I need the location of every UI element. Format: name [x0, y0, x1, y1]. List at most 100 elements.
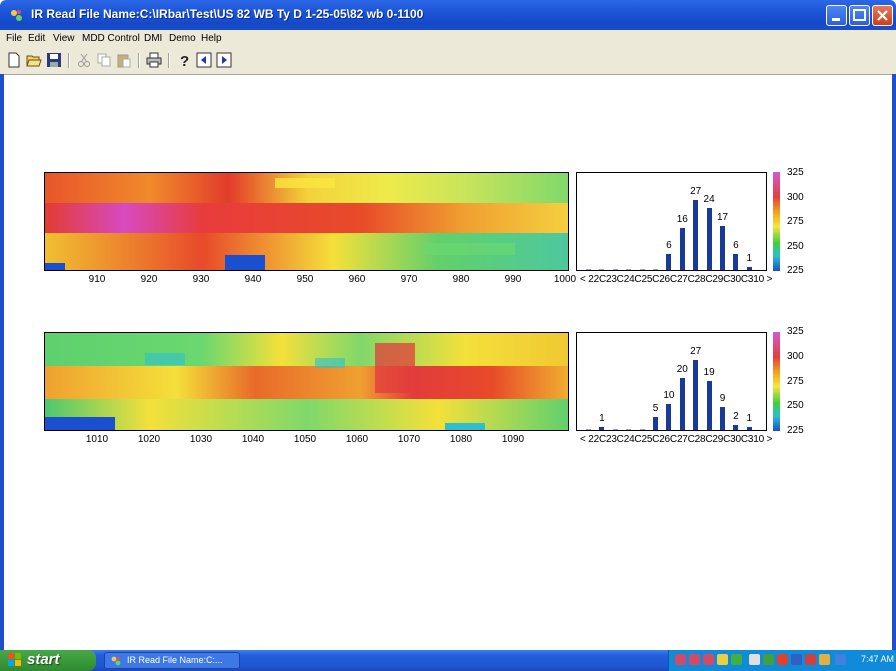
histogram-bar [679, 228, 685, 270]
toolbar-separator [138, 53, 140, 68]
histogram-bar [653, 417, 658, 430]
histogram-bar [612, 429, 618, 430]
new-icon[interactable] [6, 52, 22, 68]
colorbar-label: 275 [787, 216, 804, 227]
histogram-bar [693, 359, 699, 430]
histogram-bar-label: 10 [663, 390, 675, 401]
colorbar-label: 250 [787, 400, 804, 411]
app-icon [11, 10, 22, 21]
help-icon[interactable]: ? [176, 52, 192, 68]
tick-label: 960 [348, 274, 366, 285]
tick-label: 910 [88, 274, 106, 285]
cut-icon[interactable] [76, 52, 92, 68]
tick-label: 1090 [501, 434, 525, 445]
menu-dmi[interactable]: DMI [144, 33, 162, 44]
histogram-2-categories: < 22C23C24C25C26C27C28C29C30C310 > [580, 434, 773, 445]
histogram-bar-label: 5 [652, 403, 659, 414]
histogram-bar [733, 424, 739, 430]
taskbar-app-label: IR Read File Name:C:... [127, 655, 223, 665]
close-button[interactable] [872, 5, 893, 26]
taskbar-app-button[interactable]: IR Read File Name:C:... [104, 652, 240, 669]
menu-edit[interactable]: Edit [28, 33, 45, 44]
histogram-bar-label: 16 [676, 214, 688, 226]
colorbar-label: 325 [787, 167, 804, 178]
tick-label: 1030 [189, 434, 213, 445]
histogram-bar-label: 1 [599, 413, 605, 425]
histogram-bar [586, 269, 591, 270]
histogram-bar [746, 267, 752, 270]
histogram-2: 1 5 10 20 27 19 9 2 1 [576, 332, 767, 431]
toolbar-separator [168, 53, 170, 68]
histogram-bar-label: 6 [666, 240, 672, 252]
copy-icon[interactable] [96, 52, 112, 68]
paste-icon[interactable] [116, 52, 132, 68]
histogram-bar [706, 207, 712, 270]
taskbar: start IR Read File Name:C:... 7:47 AM [0, 650, 896, 671]
histogram-bar [612, 269, 618, 270]
menu-help[interactable]: Help [201, 33, 222, 44]
tick-label: 1070 [397, 434, 421, 445]
menu-mdd-control[interactable]: MDD Control [82, 33, 140, 44]
histogram-bar [599, 269, 605, 270]
tick-label: 930 [192, 274, 210, 285]
tray-icon[interactable] [675, 654, 686, 665]
tick-label: 1060 [345, 434, 369, 445]
previous-icon[interactable] [196, 52, 212, 68]
tray-icon[interactable] [777, 654, 788, 665]
title-bar: IR Read File Name:C:\IRbar\Test\US 82 WB… [0, 0, 896, 30]
maximize-icon [853, 9, 866, 21]
menu-file[interactable]: File [6, 33, 22, 44]
tray-icon[interactable] [791, 654, 802, 665]
histogram-bar [626, 269, 632, 270]
tick-label: 1010 [85, 434, 109, 445]
colorbar-label: 300 [787, 192, 804, 203]
minimize-icon [832, 18, 840, 21]
minimize-button[interactable] [826, 5, 847, 26]
histogram-bar [653, 269, 658, 270]
colorbar-label: 300 [787, 351, 804, 362]
windows-logo-icon [8, 653, 21, 666]
toolbar-separator [68, 53, 70, 68]
tick-label: 990 [504, 274, 522, 285]
tray-icon[interactable] [819, 654, 830, 665]
tray-icon[interactable] [763, 654, 774, 665]
histogram-bar-label: 1 [746, 253, 753, 265]
thermal-heatmap-1 [44, 172, 569, 271]
tick-label: 980 [452, 274, 470, 285]
tray-icon[interactable] [717, 654, 728, 665]
menu-demo[interactable]: Demo [169, 33, 196, 44]
histogram-bar-label: 24 [703, 193, 715, 205]
tray-icon[interactable] [689, 654, 700, 665]
tray-icon[interactable] [835, 654, 846, 665]
tick-label: 1020 [137, 434, 161, 445]
tick-label: 1040 [241, 434, 265, 445]
histogram-bar-label: 20 [676, 364, 688, 375]
tray-icon[interactable] [805, 654, 816, 665]
histogram-bar [666, 404, 672, 430]
tray-icon[interactable] [749, 654, 760, 665]
print-icon[interactable] [146, 52, 162, 68]
app-icon [111, 656, 121, 666]
window-frame-right [892, 74, 896, 650]
tick-label: 940 [244, 274, 262, 285]
save-icon[interactable] [46, 52, 62, 68]
histogram-bar [679, 378, 685, 430]
colorbar-label: 250 [787, 241, 804, 252]
close-icon [877, 10, 888, 21]
histogram-bar [720, 225, 725, 270]
histogram-bar [720, 406, 725, 430]
colorbar-label: 325 [787, 326, 804, 337]
histogram-bar [639, 429, 645, 430]
open-icon[interactable] [26, 52, 42, 68]
svg-text:?: ? [180, 53, 189, 68]
tray-icon[interactable] [703, 654, 714, 665]
histogram-bar [626, 429, 632, 430]
maximize-button[interactable] [849, 5, 870, 26]
menu-view[interactable]: View [53, 33, 75, 44]
tray-icon[interactable] [731, 654, 742, 665]
next-icon[interactable] [216, 52, 232, 68]
histogram-bar-label: 27 [690, 345, 702, 357]
start-button[interactable]: start [0, 650, 96, 671]
histogram-bar-label: 1 [746, 413, 753, 425]
histogram-bar [746, 427, 752, 430]
